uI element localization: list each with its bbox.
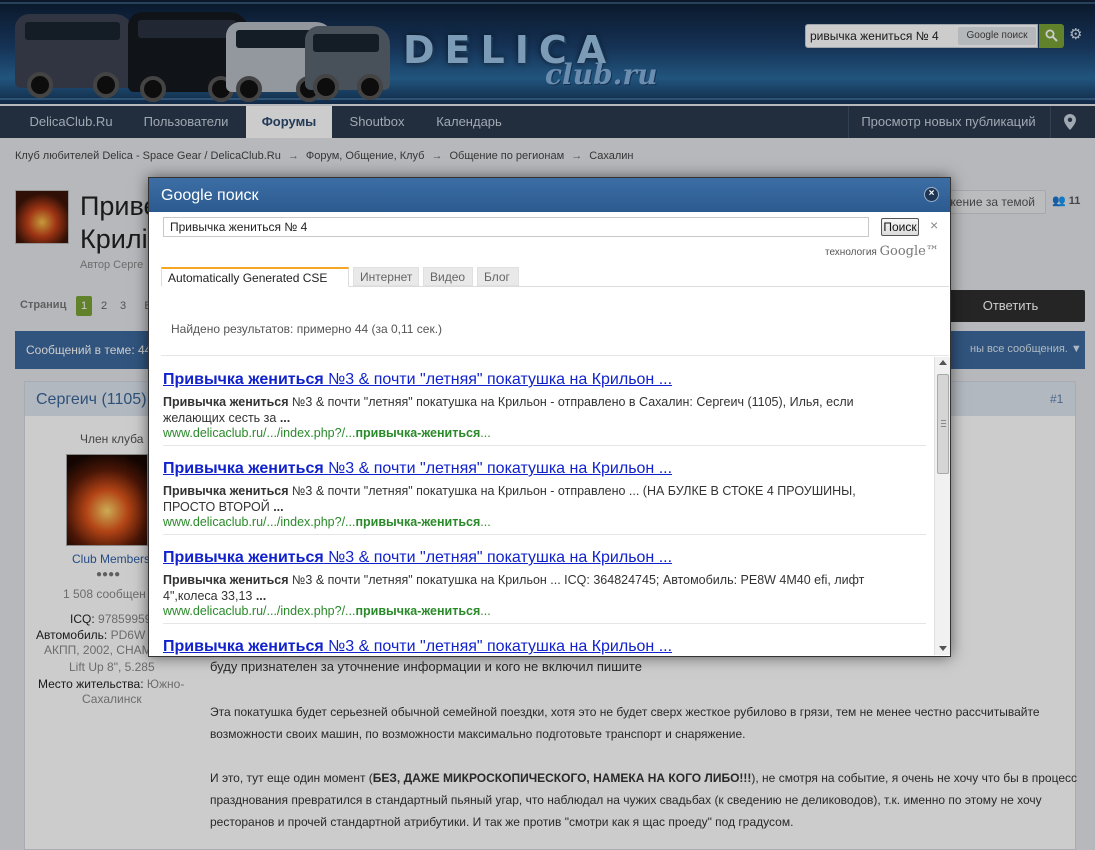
cse-tabs: Automatically Generated CSE Интернет Вид… — [161, 267, 949, 287]
result-title-link[interactable]: Привычка жениться №3 & почти "летняя" по… — [163, 549, 672, 567]
result-title-link[interactable]: Привычка жениться №3 & почти "летняя" по… — [163, 638, 672, 655]
result-title-bold: Привычка жениться — [163, 371, 324, 388]
result-title-bold: Привычка жениться — [163, 638, 324, 655]
snippet-bold: ... — [279, 411, 291, 425]
google-search-dialog: Google поиск × Привычка жениться № 4 Пои… — [148, 177, 951, 657]
result-title-link[interactable]: Привычка жениться №3 & почти "летняя" по… — [163, 371, 672, 389]
snippet-text: №3 & почти "летняя" покатушка на Крильон… — [288, 573, 865, 587]
google-logo: Google™ — [879, 244, 939, 259]
result-title-rest: №3 & почти "летняя" покатушка на Крильон… — [323, 460, 673, 477]
url-text: www.delicaclub.ru/.../index.php?/... — [163, 426, 356, 440]
result-url: www.delicaclub.ru/.../index.php?/...прив… — [163, 604, 491, 618]
result-title-bold: Привычка жениться — [163, 460, 324, 477]
url-bold: привычка-жениться — [355, 604, 481, 618]
snippet-text: желающих сесть за — [163, 411, 280, 425]
tab-generated-cse[interactable]: Automatically Generated CSE — [161, 267, 349, 287]
result-title-link[interactable]: Привычка жениться №3 & почти "летняя" по… — [163, 460, 672, 478]
powered-prefix: технология — [825, 247, 877, 258]
snippet-text: 4",колеса 33,13 — [163, 589, 256, 603]
result-title-rest: №3 & почти "летняя" покатушка на Крильон… — [323, 549, 673, 566]
snippet-text: №3 & почти "летняя" покатушка на Крильон… — [288, 484, 856, 498]
tab-web[interactable]: Интернет — [353, 267, 419, 286]
snippet-bold: ... — [255, 589, 267, 603]
results-list: Привычка жениться №3 & почти "летняя" по… — [149, 357, 934, 655]
url-bold: привычка-жениться — [355, 515, 481, 529]
url-text: www.delicaclub.ru/.../index.php?/... — [163, 604, 356, 618]
tab-video[interactable]: Видео — [423, 267, 473, 286]
close-icon[interactable]: × — [924, 187, 939, 202]
cse-search-button[interactable]: Поиск — [881, 218, 919, 236]
dialog-title: Google поиск — [161, 187, 259, 204]
result-title-rest: №3 & почти "летняя" покатушка на Крильон… — [323, 638, 673, 655]
url-text: www.delicaclub.ru/.../index.php?/... — [163, 515, 356, 529]
result-url: www.delicaclub.ru/.../index.php?/...прив… — [163, 515, 491, 529]
scroll-thumb[interactable] — [937, 374, 949, 474]
results-stats: Найдено результатов: примерно 44 (за 0,1… — [171, 322, 443, 336]
dialog-title-bar[interactable]: Google поиск × — [149, 178, 950, 212]
result-snippet: Привычка жениться №3 & почти "летняя" по… — [163, 572, 908, 604]
result-title-rest: №3 & почти "летняя" покатушка на Крильон… — [323, 371, 673, 388]
snippet-bold: Привычка жениться — [163, 395, 289, 409]
url-bold: привычка-жениться — [355, 426, 481, 440]
url-text: ... — [480, 604, 491, 618]
result-title-bold: Привычка жениться — [163, 549, 324, 566]
snippet-text: ПРОСТО ВТОРОЙ — [163, 500, 274, 514]
snippet-bold: Привычка жениться — [163, 484, 289, 498]
search-result: Привычка жениться №3 & почти "летняя" по… — [163, 446, 926, 535]
result-snippet: Привычка жениться №3 & почти "летняя" по… — [163, 483, 908, 515]
search-result: Привычка жениться №3 & почти "летняя" по… — [163, 535, 926, 624]
url-text: ... — [480, 426, 491, 440]
divider — [161, 355, 949, 356]
snippet-text: №3 & почти "летняя" покатушка на Крильон… — [288, 395, 854, 409]
scroll-down-arrow-icon[interactable] — [939, 646, 947, 651]
cse-search-input[interactable]: Привычка жениться № 4 — [163, 217, 869, 237]
scroll-up-arrow-icon[interactable] — [939, 360, 947, 365]
tab-blog[interactable]: Блог — [477, 267, 519, 286]
clear-icon[interactable]: × — [930, 217, 938, 233]
result-url: www.delicaclub.ru/.../index.php?/...прив… — [163, 426, 491, 440]
results-scrollbar[interactable] — [934, 357, 950, 655]
search-result: Привычка жениться №3 & почти "летняя" по… — [163, 624, 926, 655]
snippet-bold: Привычка жениться — [163, 573, 289, 587]
search-result: Привычка жениться №3 & почти "летняя" по… — [163, 357, 926, 446]
result-snippet: Привычка жениться №3 & почти "летняя" по… — [163, 394, 908, 426]
url-text: ... — [480, 515, 491, 529]
snippet-bold: ... — [273, 500, 284, 514]
powered-by-google: технология Google™ — [825, 244, 939, 259]
